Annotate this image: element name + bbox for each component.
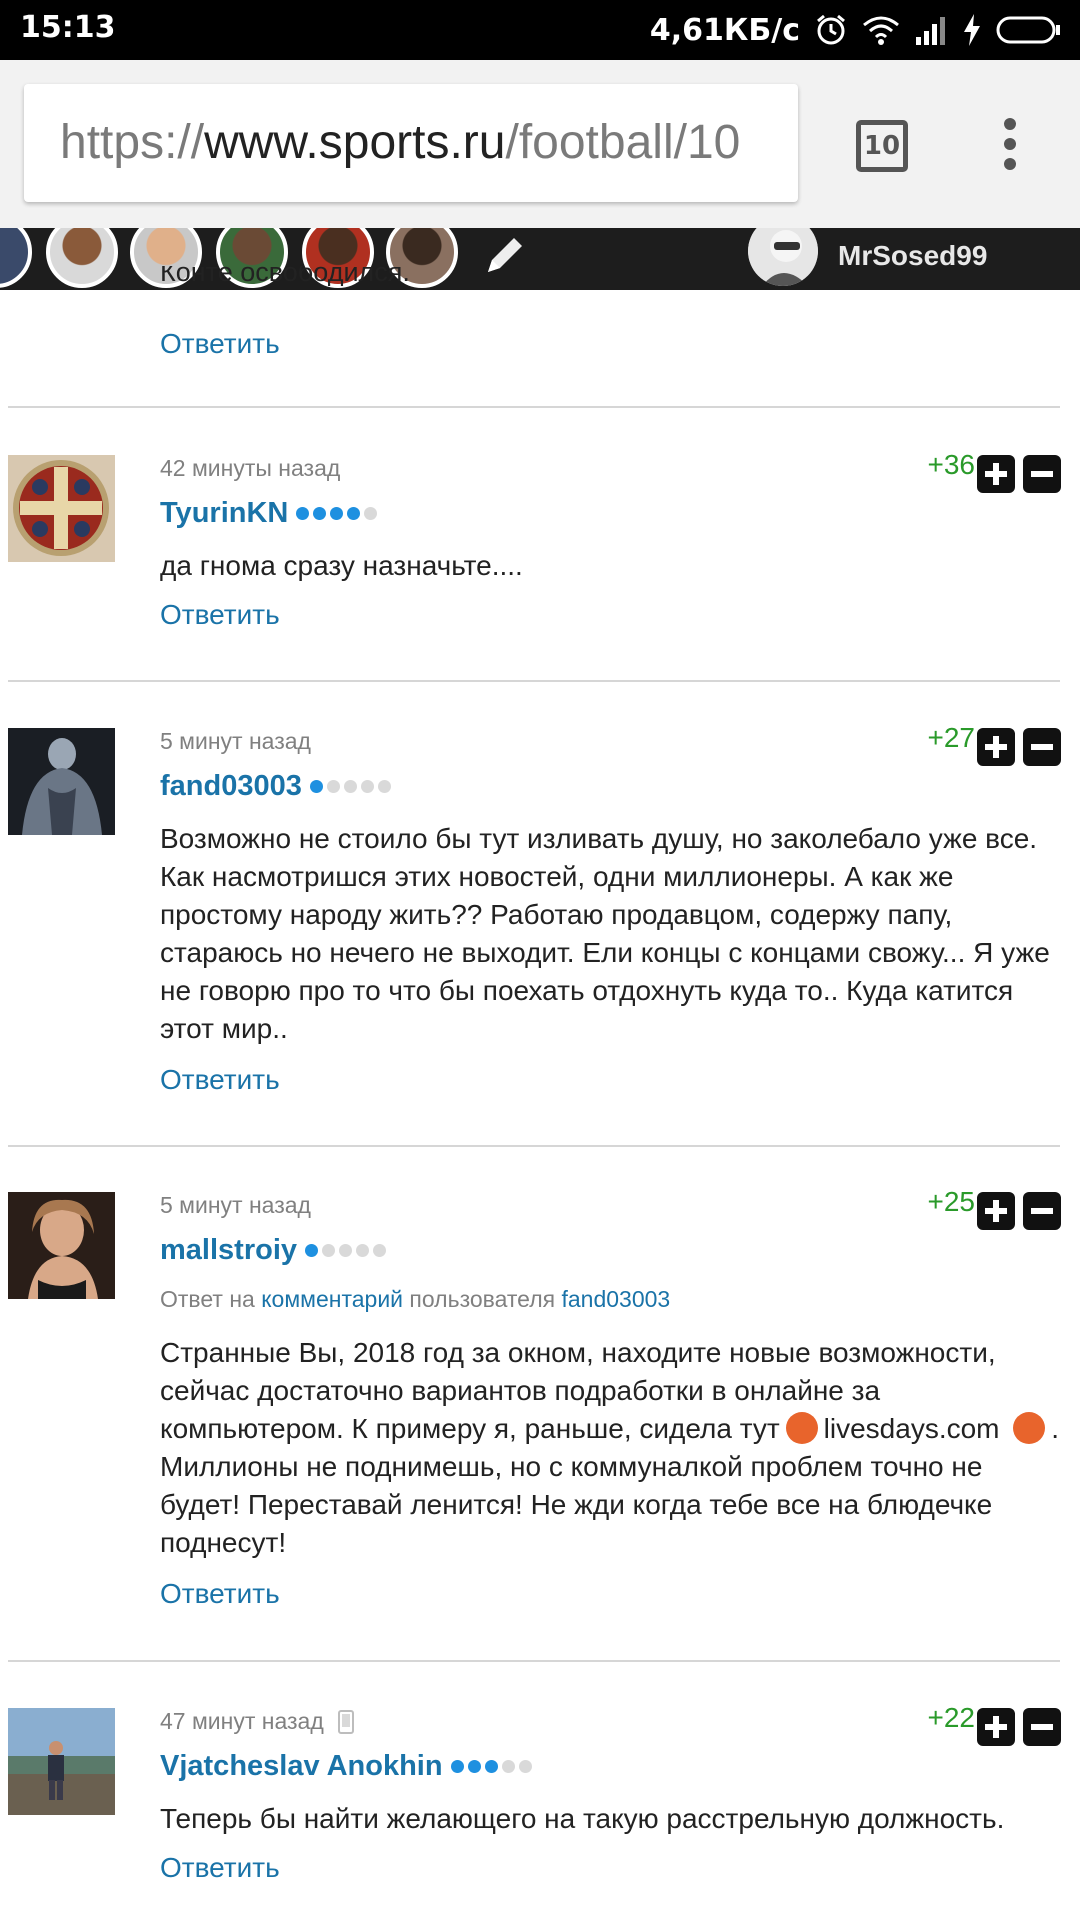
comment-text: Возможно не стоило бы тут изливать душу,… [160, 823, 1050, 1044]
charging-icon [964, 14, 980, 46]
comment-text: да гнома сразу назначьте.... [160, 550, 523, 581]
comment-item: 47 минут назад +22 Vjatcheslav Anokhin Т… [0, 1702, 1080, 1918]
reply-link[interactable]: Ответить [160, 1064, 280, 1096]
comment-score: +22 [927, 1702, 976, 1733]
overflow-menu-button[interactable] [998, 118, 1022, 174]
alarm-icon [817, 14, 845, 45]
comment-divider [8, 680, 1060, 682]
favorite-avatar[interactable] [0, 228, 32, 288]
comment-text: Теперь бы найти желающего на такую расст… [160, 1803, 1005, 1834]
url-scheme: https:// [60, 116, 205, 169]
rating-dots [305, 1244, 386, 1257]
network-speed: 4,61КБ/с [649, 12, 800, 48]
reply-link[interactable]: Ответить [160, 1852, 280, 1884]
comment-divider [8, 1145, 1060, 1147]
comment-item: 5 минут назад +25 mallstroiy Ответ на ко… [0, 1186, 1080, 1622]
url-path: /football/10 [505, 116, 741, 169]
mobile-device-icon [337, 1709, 354, 1734]
upvote-button[interactable] [977, 1708, 1015, 1746]
status-icons: 4,61КБ/с [650, 10, 1062, 50]
reply-link[interactable]: Ответить [160, 599, 280, 631]
url-host: www.sports.ru [204, 116, 506, 169]
comment-score: +27 [927, 722, 976, 753]
url-bar[interactable]: https://www.sports.ru/football/10 [24, 84, 798, 202]
current-username[interactable]: MrSosed99 [838, 228, 987, 284]
parent-user-link[interactable]: fand03003 [561, 1286, 670, 1312]
user-avatar[interactable] [8, 728, 115, 835]
comment-time: 47 минут назад [160, 1708, 354, 1735]
reply-link[interactable]: Ответить [160, 1578, 280, 1610]
upvote-button[interactable] [977, 1192, 1015, 1230]
user-avatar[interactable] [8, 455, 115, 562]
spam-link-text: livesdays.com [823, 1413, 1000, 1444]
battery-icon [996, 16, 1060, 44]
wifi-icon [863, 16, 899, 45]
status-time: 15:13 [20, 10, 116, 45]
downvote-button[interactable] [1023, 1708, 1061, 1746]
reply-link[interactable]: Ответить [160, 328, 280, 360]
comment-item: 5 минут назад +27 fand03003 Возможно не … [0, 722, 1080, 1098]
rating-dots [309, 780, 391, 793]
comment-author[interactable]: TyurinKN [160, 497, 378, 530]
edit-pencil-icon[interactable] [480, 230, 530, 280]
downvote-button[interactable] [1023, 455, 1061, 493]
comment-divider [8, 406, 1060, 408]
downvote-button[interactable] [1023, 1192, 1061, 1230]
rating-dots [450, 1760, 532, 1773]
orange-circle-emoji [1013, 1412, 1046, 1444]
browser-toolbar: https://www.sports.ru/football/10 10 [0, 60, 1080, 228]
comment-time: 5 минут назад [160, 1192, 311, 1218]
comment-author[interactable]: Vjatcheslav Anokhin [160, 1750, 532, 1783]
rating-dots [296, 507, 378, 520]
reply-to-info: Ответ на комментарий пользователя fand03… [160, 1286, 671, 1312]
user-avatar[interactable] [8, 1192, 115, 1299]
comment-score: +36 [927, 449, 976, 480]
signal-icon [916, 17, 945, 45]
comment-text-cutoff: Конте освободился. [160, 266, 410, 286]
comment-time: 5 минут назад [160, 728, 311, 754]
comment-author[interactable]: mallstroiy [160, 1234, 386, 1267]
user-avatar[interactable] [8, 1708, 115, 1815]
comment-divider [8, 1660, 1060, 1662]
upvote-button[interactable] [977, 455, 1015, 493]
current-user-avatar[interactable] [748, 228, 818, 286]
downvote-button[interactable] [1023, 728, 1061, 766]
parent-comment-link[interactable]: комментарий [261, 1286, 403, 1312]
favorite-avatar[interactable] [46, 228, 118, 288]
comment-time: 42 минуты назад [160, 455, 341, 481]
status-bar: 15:13 4,61КБ/с [0, 0, 1080, 60]
comment-item: 42 минуты назад +36 TyurinKN да гнома ср… [0, 449, 1080, 630]
comment-score: +25 [927, 1186, 976, 1217]
comment-text: Странные Вы, 2018 год за окном, находите… [160, 1337, 1060, 1558]
orange-circle-emoji [785, 1412, 818, 1444]
tab-switcher-button[interactable]: 10 [856, 120, 908, 172]
upvote-button[interactable] [977, 728, 1015, 766]
comment-author[interactable]: fand03003 [160, 770, 391, 803]
